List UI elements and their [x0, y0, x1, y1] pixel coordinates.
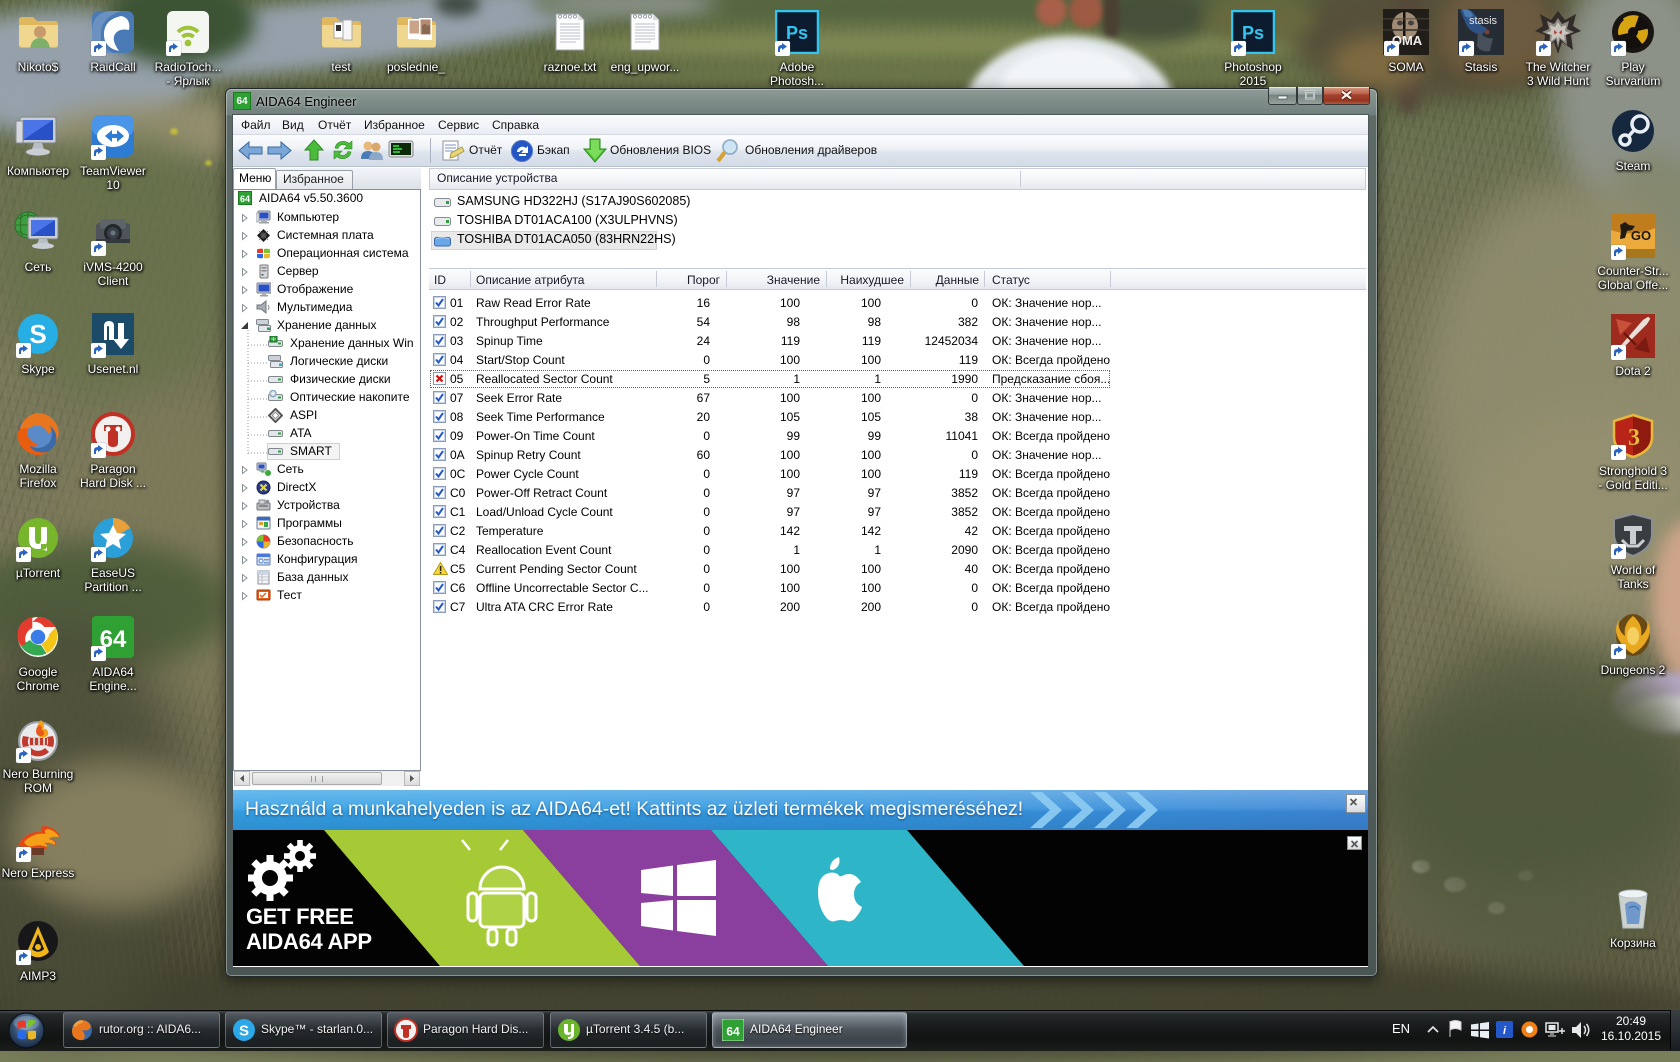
svg-text:64: 64	[726, 1025, 740, 1039]
svg-text:64: 64	[240, 194, 250, 204]
svg-text:S: S	[29, 319, 46, 349]
svg-text:S: S	[239, 1023, 249, 1040]
svg-text:stasis: stasis	[1469, 15, 1498, 27]
svg-text:Ps: Ps	[1242, 23, 1264, 43]
svg-text:Ps: Ps	[786, 23, 808, 43]
svg-text:GO: GO	[1631, 228, 1651, 243]
svg-text:3: 3	[1628, 425, 1640, 451]
